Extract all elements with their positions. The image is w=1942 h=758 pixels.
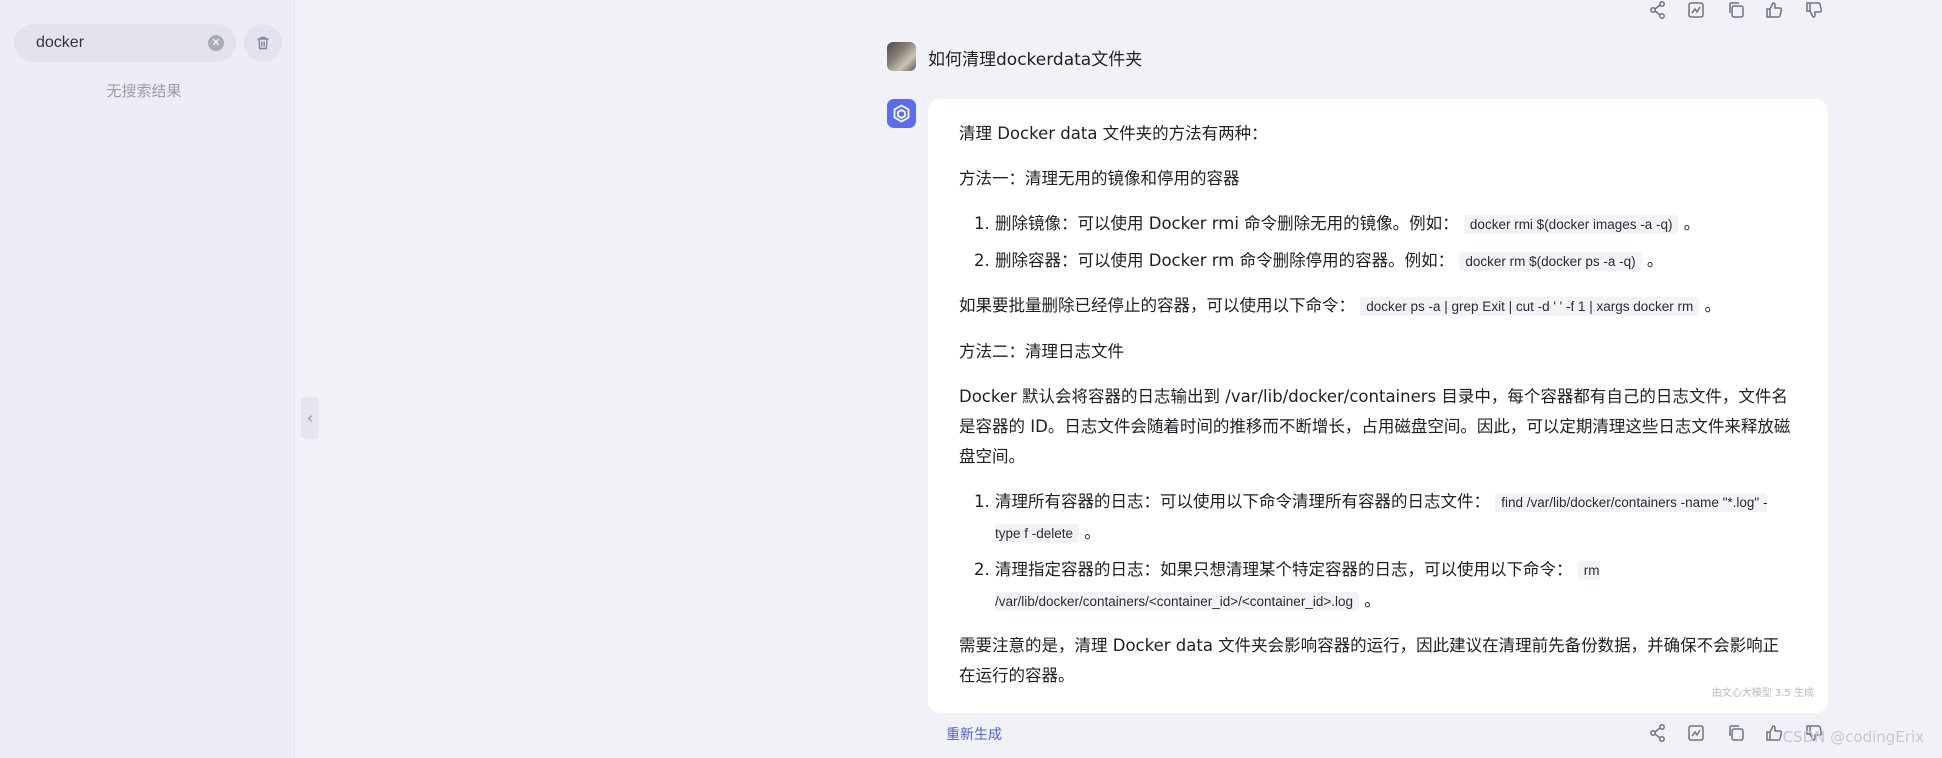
list-item: 清理所有容器的日志：可以使用以下命令清理所有容器的日志文件： find /var… [995,487,1792,549]
share-icon[interactable] [1648,723,1668,743]
method1-title: 方法一：清理无用的镜像和停用的容器 [959,169,1240,188]
list-item: 删除镜像：可以使用 Docker rmi 命令删除无用的镜像。例如： docke… [995,209,1792,240]
batch-delete-paragraph: 如果要批量删除已经停止的容器，可以使用以下命令： docker ps -a | … [959,296,1722,316]
user-question: 如何清理dockerdata文件夹 [928,50,1143,70]
thumbs-up-icon[interactable] [1764,723,1784,743]
trash-icon [257,36,269,50]
assistant-logo-icon [893,104,910,123]
method1-list: 删除镜像：可以使用 Docker rmi 命令删除无用的镜像。例如： docke… [959,209,1792,277]
copy-icon[interactable] [1726,723,1746,743]
no-search-result: 无搜索结果 [106,82,182,100]
share-icon[interactable] [1648,0,1668,20]
collapse-sidebar-button[interactable]: ‹ [301,397,319,439]
thumbs-down-icon[interactable] [1804,0,1824,20]
copy-icon[interactable] [1726,0,1746,20]
method2-description: Docker 默认会将容器的日志输出到 /var/lib/docker/cont… [959,387,1791,466]
generation-note: 由文心大模型 3.5 生成 [1711,688,1814,699]
regenerate-button[interactable]: 重新生成 [946,724,1002,744]
chart-icon[interactable] [1686,723,1706,743]
delete-history-button[interactable] [244,24,282,62]
answer-note: 需要注意的是，清理 Docker data 文件夹会影响容器的运行，因此建议在清… [959,636,1780,685]
top-action-bar [1648,0,1823,22]
sidebar: ✕ 无搜索结果 [0,0,295,758]
watermark: CSDN @codingErix [1782,728,1924,746]
code-snippet: docker rm $(docker ps -a -q) [1459,252,1642,271]
answer-card: 清理 Docker data 文件夹的方法有两种： 方法一：清理无用的镜像和停用… [928,99,1828,713]
chart-icon[interactable] [1686,0,1706,20]
code-snippet: docker rmi $(docker images -a -q) [1463,215,1679,234]
method2-list: 清理所有容器的日志：可以使用以下命令清理所有容器的日志文件： find /var… [959,487,1792,617]
search-box: ✕ [14,24,236,62]
list-item: 删除容器：可以使用 Docker rm 命令删除停用的容器。例如： docker… [995,246,1792,277]
assistant-avatar [887,99,916,128]
thumbs-up-icon[interactable] [1764,0,1784,20]
code-snippet: docker ps -a | grep Exit | cut -d ' ' -f… [1360,297,1700,316]
method2-title: 方法二：清理日志文件 [959,342,1124,361]
answer-intro: 清理 Docker data 文件夹的方法有两种： [959,124,1268,143]
user-avatar [887,42,916,71]
search-input[interactable] [36,24,196,62]
clear-search-icon[interactable]: ✕ [208,35,224,51]
list-item: 清理指定容器的日志：如果只想清理某个特定容器的日志，可以使用以下命令： rm /… [995,555,1792,617]
